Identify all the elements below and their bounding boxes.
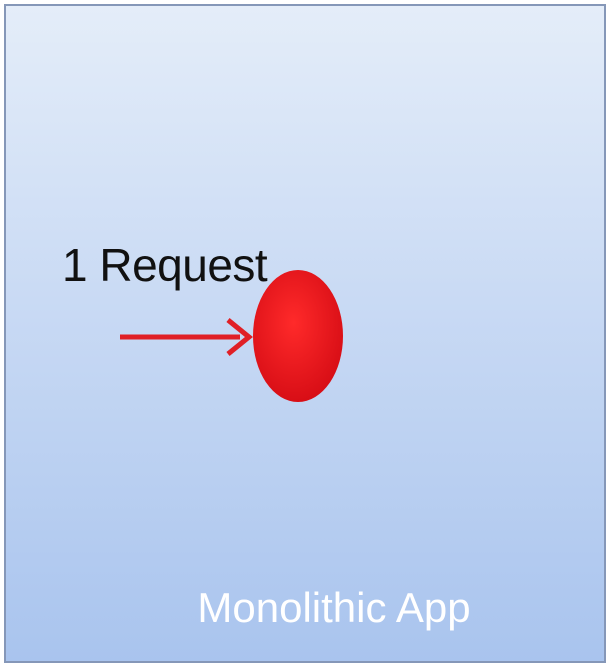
request-label: 1 Request xyxy=(62,239,268,291)
diagram-canvas: 1 Request Monolithic App xyxy=(0,0,608,671)
request-flow-graphic xyxy=(120,270,343,402)
app-label: Monolithic App xyxy=(197,584,471,631)
